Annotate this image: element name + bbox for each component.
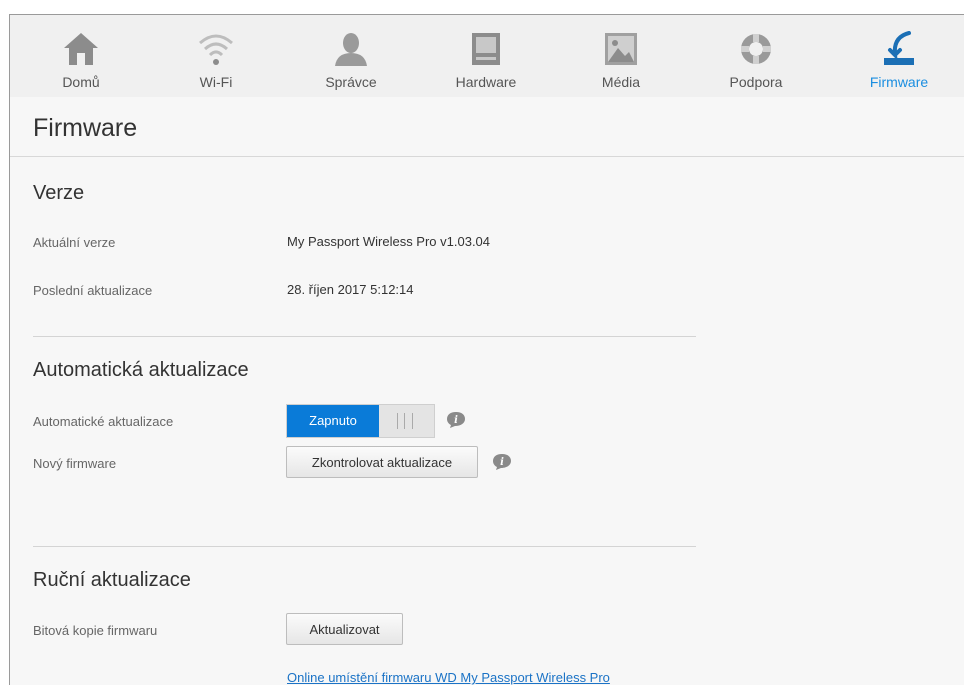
svg-text:i: i xyxy=(500,457,504,468)
wifi-icon xyxy=(196,31,236,67)
nav-label: Média xyxy=(601,74,641,90)
auto-update-toggle[interactable]: Zapnuto xyxy=(286,404,435,438)
nav-label: Hardware xyxy=(455,74,517,90)
divider xyxy=(10,156,964,157)
nav-item-wifi[interactable]: Wi-Fi xyxy=(161,15,271,97)
nav-item-support[interactable]: Podpora xyxy=(701,15,811,97)
hardware-icon xyxy=(466,31,506,67)
info-icon[interactable]: i xyxy=(446,411,466,429)
nav-item-media[interactable]: Média xyxy=(566,15,676,97)
update-button[interactable]: Aktualizovat xyxy=(286,613,403,645)
support-icon xyxy=(736,31,776,67)
firmware-image-label: Bitová kopie firmwaru xyxy=(33,623,158,638)
section-title-auto-update: Automatická aktualizace xyxy=(33,359,249,381)
nav-item-firmware[interactable]: Firmware xyxy=(844,15,954,97)
section-title-manual-update: Ruční aktualizace xyxy=(33,569,191,591)
last-update-value: 28. říjen 2017 5:12:14 xyxy=(287,282,414,297)
current-version-value: My Passport Wireless Pro v1.03.04 xyxy=(287,234,491,249)
divider xyxy=(33,546,696,547)
user-icon xyxy=(331,31,371,67)
section-title-version: Verze xyxy=(33,182,85,204)
nav-label: Wi-Fi xyxy=(199,74,233,90)
nav-item-home[interactable]: Domů xyxy=(26,15,136,97)
toggle-state-label: Zapnuto xyxy=(287,405,379,437)
auto-update-label: Automatické aktualizace xyxy=(33,414,174,429)
nav-item-admin[interactable]: Správce xyxy=(296,15,406,97)
nav-item-hardware[interactable]: Hardware xyxy=(431,15,541,97)
online-firmware-link[interactable]: Online umístění firmwaru WD My Passport … xyxy=(287,670,610,685)
info-icon[interactable]: i xyxy=(492,453,512,471)
new-firmware-label: Nový firmware xyxy=(33,456,117,471)
home-icon xyxy=(61,31,101,67)
nav-label: Správce xyxy=(325,74,377,90)
current-version-label: Aktuální verze xyxy=(33,235,116,250)
app-frame: Domů Wi-Fi Správce Hardware Média Podpor… xyxy=(9,14,964,685)
last-update-label: Poslední aktualizace xyxy=(33,283,153,298)
nav-label: Firmware xyxy=(869,74,929,90)
check-updates-button[interactable]: Zkontrolovat aktualizace xyxy=(286,446,478,478)
firmware-icon xyxy=(879,31,919,67)
toggle-grip-icon xyxy=(397,413,413,429)
nav-label: Podpora xyxy=(729,74,783,90)
nav-label: Domů xyxy=(62,74,100,90)
media-icon xyxy=(601,31,641,67)
divider xyxy=(33,336,696,337)
top-navigation: Domů Wi-Fi Správce Hardware Média Podpor… xyxy=(10,15,964,97)
svg-text:i: i xyxy=(454,415,458,426)
page-title: Firmware xyxy=(33,114,138,142)
